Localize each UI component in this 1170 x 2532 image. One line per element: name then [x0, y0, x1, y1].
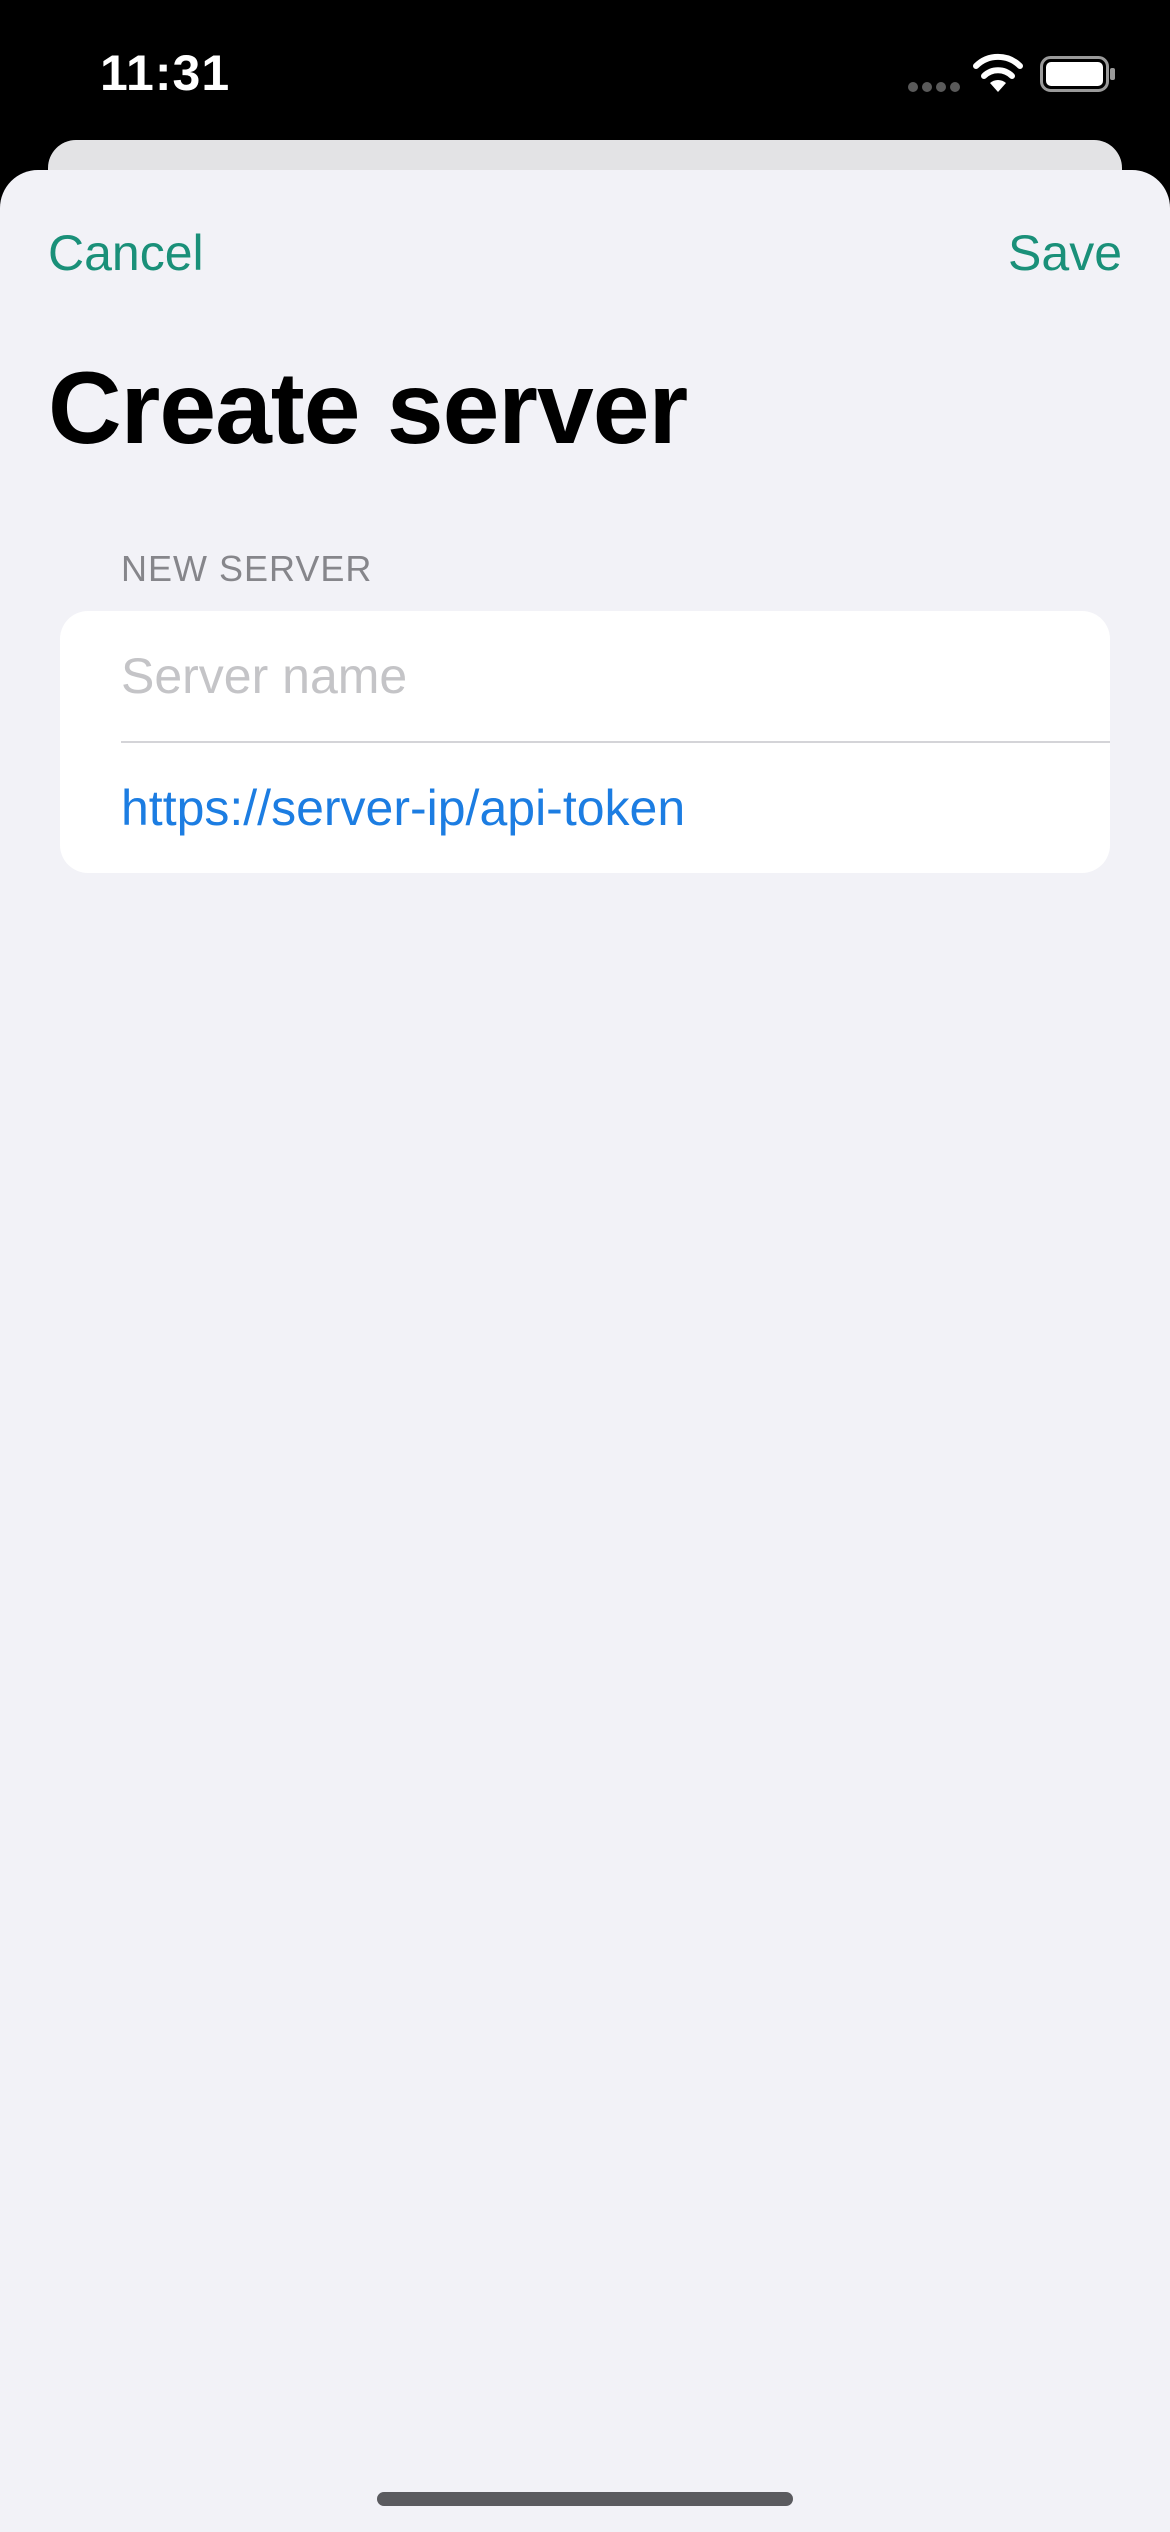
home-indicator[interactable] [377, 2492, 793, 2506]
cancel-button[interactable]: Cancel [48, 224, 204, 282]
save-button[interactable]: Save [1008, 224, 1122, 282]
section-header-new-server: NEW SERVER [121, 548, 373, 589]
server-url-input[interactable] [121, 743, 1110, 873]
battery-icon [1040, 56, 1115, 92]
page-title: Create server [48, 351, 688, 465]
status-time: 11:31 [100, 45, 231, 101]
new-server-form-group [60, 611, 1110, 873]
wifi-icon [973, 53, 1023, 92]
create-server-sheet: Cancel Save Create server NEW SERVER [0, 170, 1170, 2532]
status-bar: 11:31 [0, 0, 1170, 140]
cellular-signal-icon [908, 82, 960, 92]
server-name-input[interactable] [121, 611, 1110, 741]
